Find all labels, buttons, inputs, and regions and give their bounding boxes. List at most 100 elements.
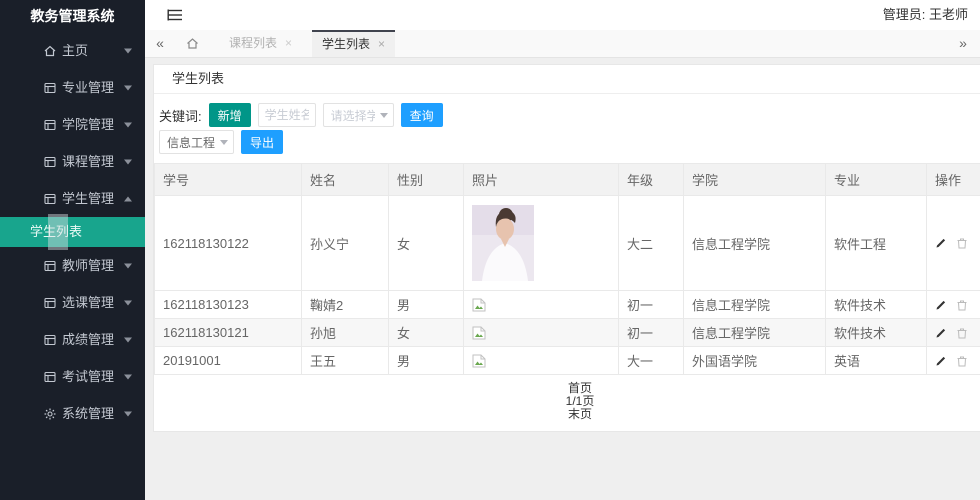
cell-name: 孙旭 (302, 319, 389, 347)
student-list-panel: 学生列表 关键词: 新增 请选择学院 查询 信息工程 (153, 64, 980, 432)
major-select[interactable]: 信息工程 (159, 130, 234, 154)
cell-college: 信息工程学院 (684, 196, 826, 291)
close-icon[interactable]: × (378, 32, 385, 57)
chevron-down-icon (124, 159, 132, 164)
module-icon (44, 82, 56, 94)
app-root: 教务管理系统 主页 专业管理 学院管理 课程管理 (0, 0, 980, 500)
tab-label: 学生列表 (322, 32, 370, 57)
cell-gender: 男 (389, 291, 464, 319)
sidebar-item-grade-mgmt[interactable]: 成绩管理 (0, 321, 145, 358)
cell-actions (927, 196, 980, 291)
delete-icon[interactable] (956, 355, 968, 367)
cell-college: 信息工程学院 (684, 291, 826, 319)
edit-icon[interactable] (935, 237, 947, 249)
sidebar-item-course-mgmt[interactable]: 课程管理 (0, 143, 145, 180)
cell-grade: 初一 (619, 319, 684, 347)
sidebar-item-major-mgmt[interactable]: 专业管理 (0, 69, 145, 106)
cell-major: 软件工程 (826, 196, 927, 291)
sidebar-item-student-mgmt[interactable]: 学生管理 (0, 180, 145, 217)
home-tab-icon[interactable] (175, 30, 209, 57)
cell-gender: 女 (389, 319, 464, 347)
module-icon (44, 371, 56, 383)
cell-student-id: 162118130122 (155, 196, 302, 291)
add-button[interactable]: 新增 (209, 103, 251, 127)
chevron-down-icon (124, 48, 132, 53)
delete-icon[interactable] (956, 327, 968, 339)
tab-course-list[interactable]: 课程列表 × (219, 30, 302, 57)
tabs-scroll-left-icon[interactable]: « (145, 30, 175, 57)
broken-image-icon (472, 326, 486, 340)
delete-icon[interactable] (956, 237, 968, 249)
chevron-down-icon (220, 140, 228, 145)
table-row: 162118130123 鞠婧2 男 初一 信息工程学院 软件技术 (155, 291, 980, 319)
cell-major: 软件技术 (826, 291, 927, 319)
chevron-down-icon (124, 337, 132, 342)
cell-gender: 女 (389, 196, 464, 291)
cell-student-id: 162118130121 (155, 319, 302, 347)
sidebar-item-home[interactable]: 主页 (0, 32, 145, 69)
chevron-down-icon (124, 374, 132, 379)
col-actions: 操作 (927, 164, 980, 196)
delete-icon[interactable] (956, 299, 968, 311)
tab-label: 课程列表 (229, 30, 277, 57)
close-icon[interactable]: × (285, 30, 292, 57)
student-name-input[interactable] (258, 103, 316, 127)
chevron-down-icon (124, 263, 132, 268)
sidebar-item-enroll-mgmt[interactable]: 选课管理 (0, 284, 145, 321)
sidebar-item-label: 系统管理 (62, 406, 114, 421)
tab-student-list[interactable]: 学生列表 × (312, 30, 395, 57)
module-icon (44, 156, 56, 168)
cell-college: 信息工程学院 (684, 319, 826, 347)
cell-major: 软件技术 (826, 319, 927, 347)
table-row: 162118130122 孙义宁 女 大二 信息工程学院 软件工程 (155, 196, 980, 291)
sidebar-item-student-list[interactable]: 学生列表 (0, 217, 145, 247)
main-area: 管理员: 王老师 « 课程列表 × 学生列表 × » 学生列表 关键词 (145, 0, 980, 500)
cell-photo (464, 291, 619, 319)
college-select[interactable]: 请选择学院 (323, 103, 394, 127)
broken-image-icon (472, 298, 486, 312)
sidebar-item-label: 考试管理 (62, 369, 114, 384)
cell-college: 外国语学院 (684, 347, 826, 375)
cell-actions (927, 319, 980, 347)
scrollbar-thumb[interactable] (48, 214, 68, 250)
gear-icon (44, 408, 56, 420)
chevron-down-icon (124, 85, 132, 90)
top-navbar: 管理员: 王老师 (145, 0, 980, 30)
module-icon (44, 334, 56, 346)
tab-bar: « 课程列表 × 学生列表 × » (145, 30, 980, 58)
panel-title: 学生列表 (154, 65, 980, 94)
sidebar-item-exam-mgmt[interactable]: 考试管理 (0, 358, 145, 395)
module-icon (44, 193, 56, 205)
cell-grade: 初一 (619, 291, 684, 319)
edit-icon[interactable] (935, 327, 947, 339)
cell-actions (927, 291, 980, 319)
export-button[interactable]: 导出 (241, 130, 283, 154)
chevron-down-icon (124, 411, 132, 416)
cell-grade: 大一 (619, 347, 684, 375)
chevron-down-icon (380, 113, 388, 118)
toolbar: 关键词: 新增 请选择学院 查询 信息工程 (154, 94, 980, 163)
app-title: 教务管理系统 (0, 0, 145, 32)
student-table: 学号 姓名 性别 照片 年级 学院 专业 操作 162118130122 (154, 163, 980, 375)
sidebar-item-label: 学生管理 (62, 191, 114, 206)
tabs-scroll-right-icon[interactable]: » (948, 30, 978, 57)
cell-gender: 男 (389, 347, 464, 375)
pagination-last[interactable]: 末页 (154, 408, 980, 421)
sidebar-item-teacher-mgmt[interactable]: 教师管理 (0, 247, 145, 284)
edit-icon[interactable] (935, 355, 947, 367)
cell-photo (464, 347, 619, 375)
sidebar-item-system-mgmt[interactable]: 系统管理 (0, 395, 145, 432)
sidebar-item-label: 选课管理 (62, 295, 114, 310)
collapse-sidebar-icon[interactable] (167, 8, 183, 22)
sidebar-item-college-mgmt[interactable]: 学院管理 (0, 106, 145, 143)
edit-icon[interactable] (935, 299, 947, 311)
pagination-info: 1/1页 (154, 395, 980, 408)
module-icon (44, 260, 56, 272)
cell-actions (927, 347, 980, 375)
query-button[interactable]: 查询 (401, 103, 443, 127)
table-header-row: 学号 姓名 性别 照片 年级 学院 专业 操作 (155, 164, 980, 196)
chevron-up-icon (124, 196, 132, 201)
sidebar-item-label: 学院管理 (62, 117, 114, 132)
cell-major: 英语 (826, 347, 927, 375)
col-student-id: 学号 (155, 164, 302, 196)
